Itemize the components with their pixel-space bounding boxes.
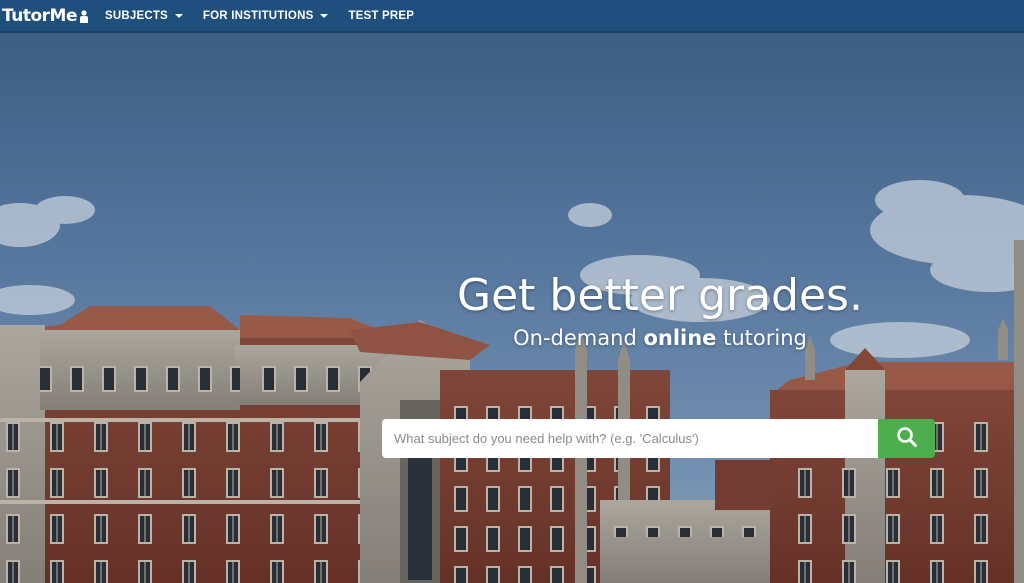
logo[interactable]: TutorMe [2, 6, 89, 26]
nav-item-subjects[interactable]: SUBJECTS [105, 10, 183, 22]
top-navbar: TutorMe SUBJECTS FOR INSTITUTIONS TEST P… [0, 0, 1024, 33]
logo-text: TutorMe [2, 5, 77, 26]
search-button[interactable] [878, 419, 935, 458]
subject-search-bar [382, 419, 935, 458]
hero-headline: Get better grades. [457, 270, 863, 321]
subject-search-input[interactable] [382, 419, 878, 458]
subheadline-text: On-demand [513, 326, 644, 350]
nav-item-test-prep[interactable]: TEST PREP [348, 10, 414, 22]
hero-subheadline: On-demand online tutoring [480, 326, 840, 350]
page: TutorMe SUBJECTS FOR INSTITUTIONS TEST P… [0, 0, 1024, 583]
caret-down-icon [174, 13, 183, 18]
nav-menu: SUBJECTS FOR INSTITUTIONS TEST PREP [105, 10, 434, 22]
nav-item-label: SUBJECTS [104, 9, 168, 22]
subheadline-bold: online [643, 326, 717, 350]
person-icon [79, 9, 89, 23]
subheadline-text-end: tutoring [716, 326, 807, 350]
nav-item-label: TEST PREP [348, 9, 415, 22]
nav-item-label: FOR INSTITUTIONS [202, 9, 314, 22]
caret-down-icon [320, 13, 329, 18]
search-icon [896, 426, 918, 451]
nav-item-for-institutions[interactable]: FOR INSTITUTIONS [203, 10, 329, 22]
